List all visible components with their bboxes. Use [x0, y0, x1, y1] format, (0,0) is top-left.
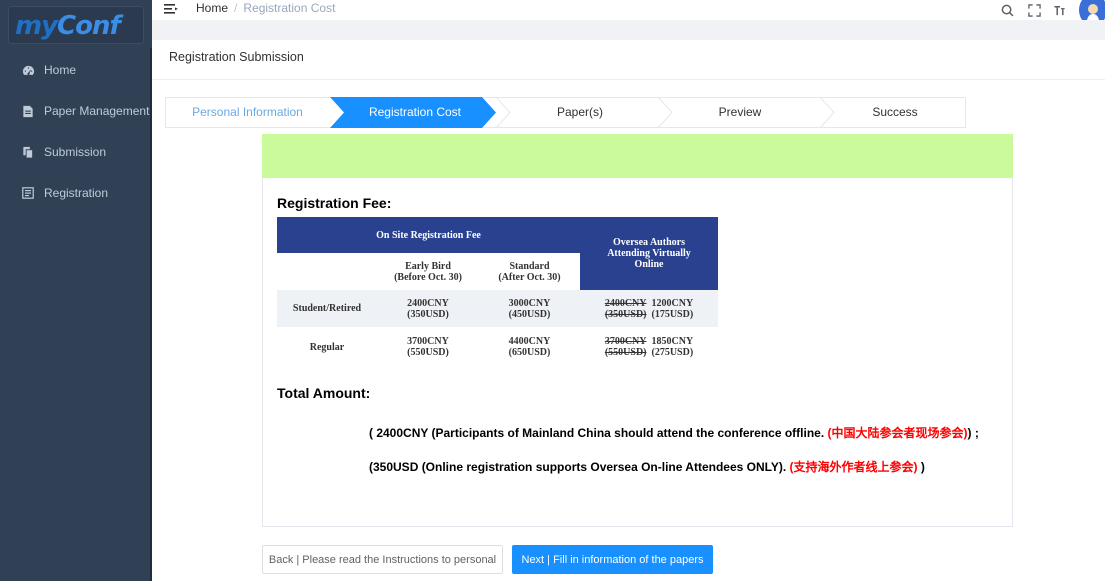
form-icon: [21, 186, 35, 200]
early-price: 2400CNY (350USD): [407, 297, 449, 320]
breadcrumb-home[interactable]: Home: [196, 1, 228, 15]
back-button[interactable]: Back | Please read the Instructions to p…: [262, 545, 503, 574]
next-button[interactable]: Next | Fill in information of the papers: [512, 545, 713, 574]
topbar: Home / Registration Cost: [152, 0, 1105, 20]
header-blank: [277, 253, 377, 290]
total-amount-title: Total Amount:: [277, 385, 371, 401]
document-icon: [21, 104, 35, 118]
sidebar: myConf Home Paper Management Submission …: [0, 0, 152, 581]
topbar-icons: [1001, 0, 1105, 20]
fullscreen-icon[interactable]: [1028, 3, 1041, 17]
step-registration-cost[interactable]: Registration Cost: [335, 105, 495, 119]
logo-part-conf: Conf: [57, 11, 121, 41]
sidebar-item-registration[interactable]: Registration: [0, 173, 150, 213]
table-row: Regular 3700CNY (550USD) 4400CNY (650USD) …: [277, 327, 718, 367]
page-title: Registration Submission: [169, 50, 304, 64]
fee-table: On Site Registration Fee Oversea Authors…: [277, 217, 718, 367]
step-preview[interactable]: Preview: [665, 105, 815, 119]
sidebar-item-home[interactable]: Home: [0, 50, 150, 90]
breadcrumb-current: Registration Cost: [243, 1, 336, 15]
oversea-online-header: Oversea Authors Attending Virtually Onli…: [580, 217, 718, 290]
sidebar-item-label: Home: [44, 63, 77, 77]
font-size-icon[interactable]: [1053, 4, 1067, 17]
total-line-cny: ( 2400CNY (Participants of Mainland Chin…: [369, 426, 979, 440]
hamburger-icon[interactable]: [164, 2, 178, 20]
notice-banner: [262, 134, 1013, 178]
standard-price: 3000CNY (450USD): [508, 297, 551, 320]
standard-price: 4400CNY (650USD): [508, 336, 551, 358]
breadcrumb-separator: /: [234, 1, 238, 15]
registration-fee-title: Registration Fee:: [277, 195, 392, 211]
dashboard-icon: [21, 63, 35, 77]
step-success[interactable]: Success: [825, 105, 965, 119]
search-icon[interactable]: [1001, 4, 1014, 17]
page-header: Registration Submission: [152, 40, 1105, 80]
logo-part-my: my: [15, 11, 58, 41]
online-price: 3700CNY 1850CNY (550USD) (275USD): [604, 336, 694, 358]
progress-steps: Personal Information Registration Cost P…: [165, 97, 966, 128]
sidebar-item-label: Registration: [44, 186, 109, 200]
avatar[interactable]: [1079, 0, 1105, 20]
row-label: Regular: [309, 341, 345, 353]
onsite-fee-header: On Site Registration Fee: [277, 217, 580, 253]
col-early-bird: Early Bird (Before Oct. 30): [394, 260, 462, 283]
online-price: 2400CNY 1200CNY (350USD) (175USD): [604, 297, 694, 320]
logo[interactable]: myConf: [8, 6, 144, 44]
early-price: 3700CNY (550USD): [407, 336, 449, 358]
row-label: Student/Retired: [292, 303, 362, 314]
sidebar-item-paper-management[interactable]: Paper Management: [0, 91, 150, 131]
total-line-usd: (350USD (Online registration supports Ov…: [369, 460, 925, 474]
sidebar-item-label: Submission: [44, 145, 107, 159]
breadcrumb: Home / Registration Cost: [196, 1, 335, 15]
step-personal-information[interactable]: Personal Information: [165, 105, 330, 119]
sidebar-item-submission[interactable]: Submission: [0, 132, 150, 172]
table-row: Student/Retired 2400CNY (350USD) 3000CNY(…: [277, 290, 718, 327]
sidebar-item-label: Paper Management: [44, 104, 150, 118]
step-papers[interactable]: Paper(s): [505, 105, 655, 119]
copy-icon: [21, 145, 35, 159]
col-standard: Standard (After Oct. 30): [498, 260, 561, 283]
